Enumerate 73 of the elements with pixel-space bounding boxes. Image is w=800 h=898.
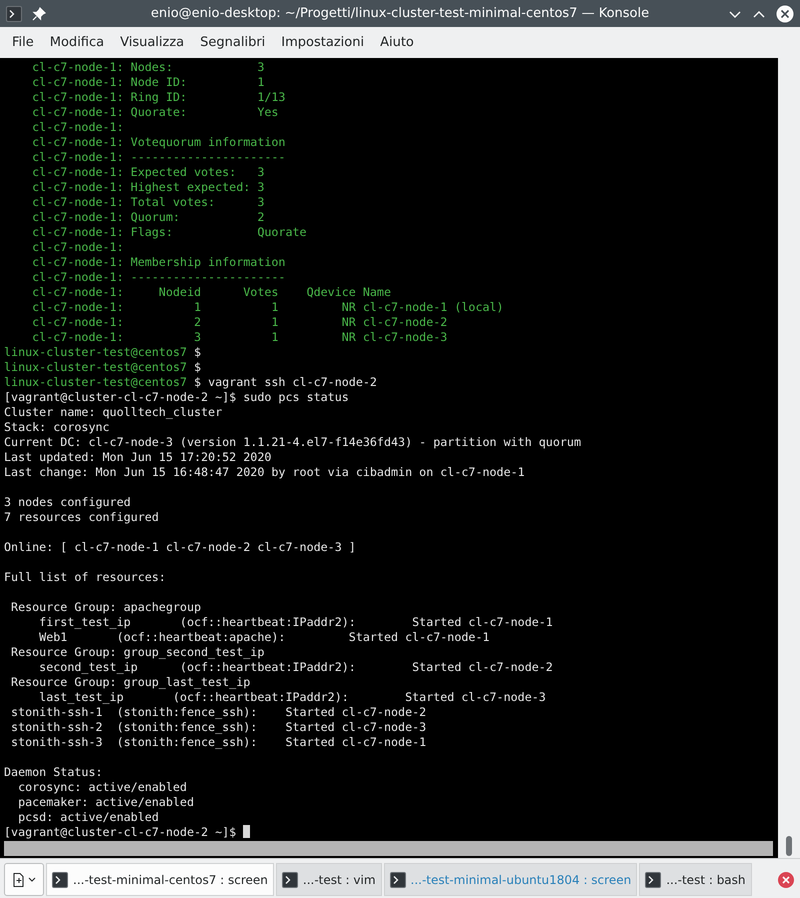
terminal-line: stonith-ssh-3 (stonith:fence_ssh): Started cl-c7-node-1 (10, 735, 426, 750)
terminal-line: cl-c7-node-1: (31, 120, 124, 135)
terminal-line: last_test_ip (ocf::heartbeat:IPaddr2): Started cl-c7-node-3 (38, 690, 546, 705)
pin-icon[interactable] (32, 6, 46, 20)
terminal-line: [vagrant@cluster-cl-c7-node-2 ~]$ (4, 825, 236, 839)
terminal-line: Resource Group: apachegroup (10, 600, 202, 615)
terminal-line: second_test_ip (ocf::heartbeat:IPaddr2): Started cl-c7-node-2 (38, 660, 553, 675)
terminal-line: cl-c7-node-1: Votequorum information (31, 135, 286, 150)
terminal-icon (645, 872, 662, 888)
menu-item[interactable]: Segnalibri (192, 31, 274, 54)
terminal-line: cl-c7-node-1: Flags: Quorate (31, 225, 307, 240)
close-icon[interactable] (776, 4, 794, 22)
terminal-line: 7 resources configured (4, 510, 159, 525)
terminal-line: 3 nodes configured (4, 495, 131, 510)
terminal-line: cl-c7-node-1: Quorate: Yes (31, 105, 278, 120)
terminal-line: pcsd: active/enabled (17, 810, 159, 825)
terminal-line: [vagrant@cluster-cl-c7-node-2 ~]$ sudo pcs status (4, 390, 349, 405)
terminal-command: $ (192, 345, 202, 359)
scrollbar-thumb[interactable] (786, 836, 792, 856)
menu-item[interactable]: Aiuto (372, 31, 422, 54)
new-tab-icon (12, 872, 26, 888)
shell-prompt: linux-cluster-test@centos7 (4, 375, 187, 389)
terminal-line: Daemon Status: (4, 765, 103, 780)
terminal-line: first_test_ip (ocf::heartbeat:IPaddr2): Started cl-c7-node-1 (38, 615, 553, 630)
terminal-line: Last updated: Mon Jun 15 17:20:52 2020 (4, 450, 272, 465)
menu-item[interactable]: Modifica (42, 31, 112, 54)
terminal-tab[interactable]: ...-test : bash (639, 863, 752, 896)
terminal-line: cl-c7-node-1: Node ID: 1 (31, 75, 264, 90)
terminal-line: Current DC: cl-c7-node-3 (version 1.1.21-4.el7-f14e36fd43) - partition with quorum (4, 435, 581, 450)
menu-item[interactable]: File (4, 31, 42, 54)
terminal-command: $ (192, 360, 202, 374)
new-tab-button[interactable] (4, 863, 44, 896)
terminal-line: Resource Group: group_second_test_ip (10, 645, 264, 660)
terminal-tab[interactable]: ...-test : vim (276, 863, 382, 896)
terminal-line: Online: [ cl-c7-node-1 cl-c7-node-2 cl-c7-node-3 ] (4, 540, 356, 555)
terminal-line: stonith-ssh-1 (stonith:fence_ssh): Started cl-c7-node-2 (10, 705, 426, 720)
terminal-line: corosync: active/enabled (17, 780, 187, 795)
terminal-line: Stack: corosync (4, 420, 110, 435)
terminal-line: Cluster name: quolltech_cluster (4, 405, 222, 420)
terminal-line: cl-c7-node-1: Ring ID: 1/13 (31, 90, 286, 105)
terminal-line: Web1 (ocf::heartbeat:apache): Started cl-c7-node-1 (38, 630, 490, 645)
terminal-line: cl-c7-node-1: Nodeid Votes Qdevice Name (31, 285, 392, 300)
terminal-line: cl-c7-node-1: ---------------------- (31, 270, 286, 285)
text-cursor (243, 825, 250, 838)
terminal-line: cl-c7-node-1: Total votes: 3 (31, 195, 264, 210)
menu-item[interactable]: Impostazioni (273, 31, 372, 54)
terminal-line: cl-c7-node-1: Expected votes: 3 (31, 165, 264, 180)
terminal-line: cl-c7-node-1: ---------------------- (31, 150, 286, 165)
terminal-icon (390, 872, 406, 888)
app-icon (6, 6, 22, 22)
terminal-tab[interactable]: ...-test-minimal-centos7 : screen (46, 863, 274, 896)
terminal-line: stonith-ssh-2 (stonith:fence_ssh): Started cl-c7-node-3 (10, 720, 426, 735)
terminal-icon (282, 872, 298, 888)
close-icon (777, 870, 795, 888)
shell-prompt: linux-cluster-test@centos7 (4, 345, 187, 359)
terminal-line: cl-c7-node-1: 3 1 NR cl-c7-node-3 (31, 330, 448, 345)
terminal-line: cl-c7-node-1: (31, 240, 124, 255)
terminal-line: cl-c7-node-1: Membership information (31, 255, 286, 270)
terminal-line: cl-c7-node-1: 2 1 NR cl-c7-node-2 (31, 315, 448, 330)
terminal-line: Resource Group: group_last_test_ip (10, 675, 250, 690)
terminal-command: $ vagrant ssh cl-c7-node-2 (192, 375, 377, 389)
terminal-line: pacemaker: active/enabled (17, 795, 194, 810)
terminal-line: Full list of resources: (4, 570, 166, 585)
menu-item[interactable]: Visualizza (112, 31, 192, 54)
terminal-line: cl-c7-node-1: 1 1 NR cl-c7-node-1 (local) (31, 300, 504, 315)
terminal-line: Last change: Mon Jun 15 16:48:47 2020 by root via cibadmin on cl-c7-node-1 (4, 465, 525, 480)
terminal-icon (52, 872, 68, 888)
window-title: enio@enio-desktop: ~/Progetti/linux-cluster-test-minimal-centos7 — Konsole (150, 6, 650, 21)
terminal-line: cl-c7-node-1: Nodes: 3 (31, 60, 264, 75)
caret-icon (28, 876, 36, 882)
terminal-line: cl-c7-node-1: Quorum: 2 (31, 210, 264, 225)
terminal-line: cl-c7-node-1: Highest expected: 3 (31, 180, 264, 195)
shell-prompt: linux-cluster-test@centos7 (4, 360, 187, 374)
